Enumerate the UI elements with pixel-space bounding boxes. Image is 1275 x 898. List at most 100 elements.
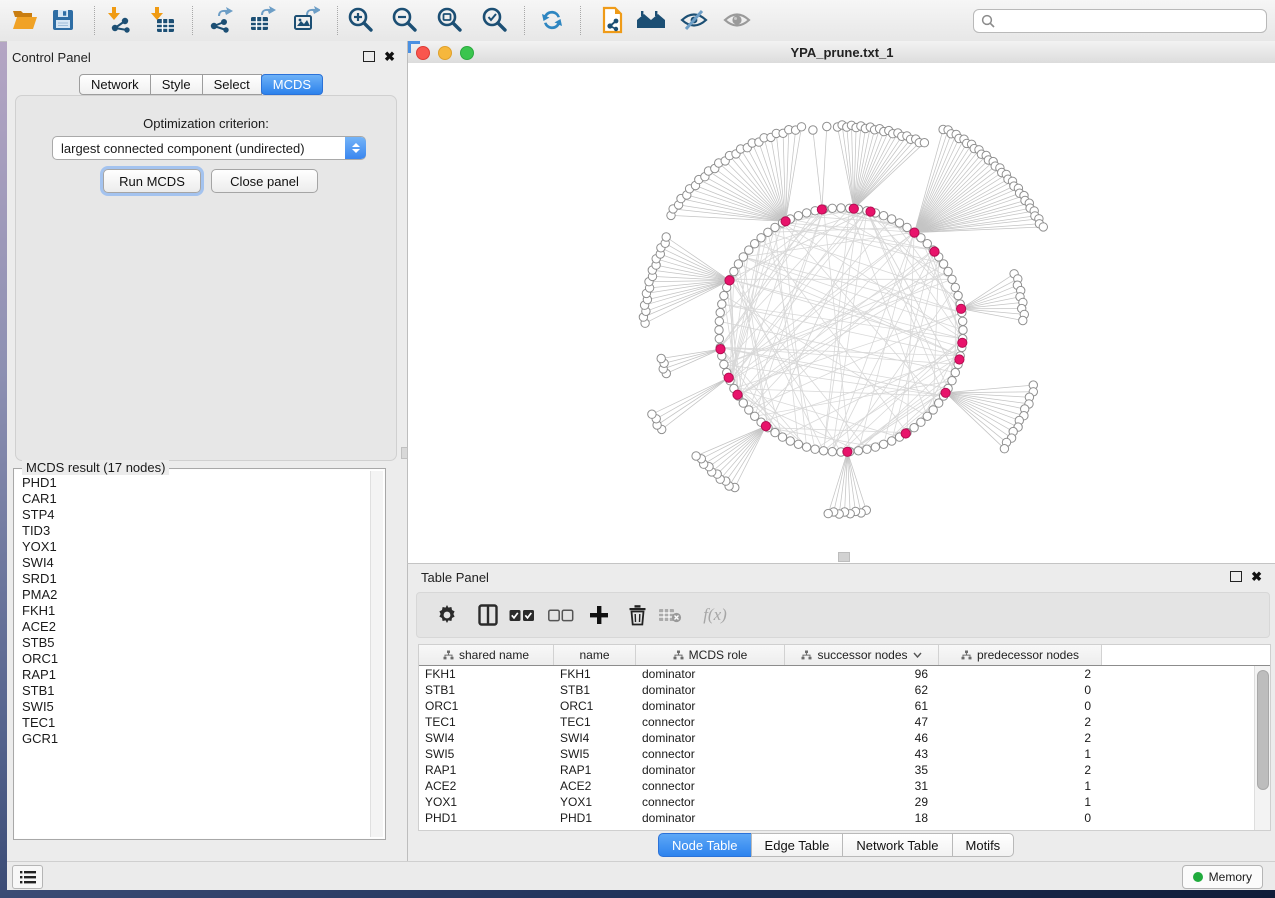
zoom-fit-icon[interactable] bbox=[433, 3, 467, 37]
main-toolbar bbox=[0, 0, 1275, 42]
list-icon bbox=[20, 871, 36, 884]
tab-network-table[interactable]: Network Table bbox=[842, 833, 952, 857]
show-all-eye-icon[interactable] bbox=[720, 3, 754, 37]
delete-table-icon[interactable] bbox=[653, 598, 687, 632]
search-box[interactable] bbox=[973, 9, 1267, 33]
mcds-result-item[interactable]: GCR1 bbox=[16, 731, 369, 747]
mcds-result-item[interactable]: SRD1 bbox=[16, 571, 369, 587]
zoom-in-icon[interactable] bbox=[344, 3, 378, 37]
column-header-successor-nodes[interactable]: successor nodes bbox=[785, 645, 939, 665]
mcds-result-item[interactable]: FKH1 bbox=[16, 603, 369, 619]
table-scrollbar[interactable] bbox=[1254, 666, 1270, 830]
mcds-result-item[interactable]: SWI5 bbox=[16, 699, 369, 715]
memory-label: Memory bbox=[1209, 870, 1252, 884]
mcds-result-item[interactable]: RAP1 bbox=[16, 667, 369, 683]
network-view-window: YPA_prune.txt_1 bbox=[407, 41, 1275, 563]
table-scrollbar-thumb[interactable] bbox=[1257, 670, 1269, 790]
vertical-splitter-handle[interactable] bbox=[401, 447, 408, 459]
add-column-icon[interactable] bbox=[582, 598, 616, 632]
close-panel-button[interactable]: Close panel bbox=[211, 169, 318, 193]
table-row[interactable]: SWI5SWI5connector431 bbox=[419, 746, 1254, 762]
mcds-result-item[interactable]: TID3 bbox=[16, 523, 369, 539]
mcds-list-scrollbar[interactable] bbox=[370, 471, 383, 837]
table-row[interactable]: TEC1TEC1connector472 bbox=[419, 714, 1254, 730]
table-row[interactable]: PHD1PHD1dominator180 bbox=[419, 810, 1254, 826]
table-row[interactable]: STB1STB1dominator620 bbox=[419, 682, 1254, 698]
export-image-icon[interactable] bbox=[289, 3, 323, 37]
import-network-icon[interactable] bbox=[103, 3, 137, 37]
close-panel-icon[interactable]: ✖ bbox=[384, 52, 395, 62]
criterion-value: largest connected component (undirected) bbox=[53, 141, 345, 156]
tab-motifs[interactable]: Motifs bbox=[952, 833, 1015, 857]
column-header-name[interactable]: name bbox=[554, 645, 636, 665]
mcds-result-list[interactable]: PHD1CAR1STP4TID3YOX1SWI4SRD1PMA2FKH1ACE2… bbox=[16, 475, 369, 835]
search-icon bbox=[981, 14, 995, 28]
first-neighbors-icon[interactable] bbox=[634, 3, 668, 37]
delete-column-trash-icon[interactable] bbox=[620, 598, 654, 632]
float-panel-icon[interactable] bbox=[1230, 571, 1242, 582]
table-row[interactable]: SWI4SWI4dominator462 bbox=[419, 730, 1254, 746]
mcds-result-item[interactable]: STP4 bbox=[16, 507, 369, 523]
criterion-dropdown[interactable]: largest connected component (undirected) bbox=[52, 136, 366, 160]
tab-mcds[interactable]: MCDS bbox=[261, 74, 323, 95]
export-table-icon[interactable] bbox=[245, 3, 279, 37]
tab-style[interactable]: Style bbox=[150, 74, 203, 95]
mcds-result-item[interactable]: PMA2 bbox=[16, 587, 369, 603]
mcds-result-title: MCDS result (17 nodes) bbox=[22, 460, 169, 475]
settings-gear-icon[interactable] bbox=[430, 598, 464, 632]
network-from-document-icon[interactable] bbox=[595, 3, 629, 37]
zoom-out-icon[interactable] bbox=[388, 3, 422, 37]
status-bar: Memory bbox=[7, 861, 1275, 890]
zoom-selected-icon[interactable] bbox=[478, 3, 512, 37]
mcds-result-item[interactable]: SWI4 bbox=[16, 555, 369, 571]
tab-network[interactable]: Network bbox=[79, 74, 151, 95]
close-panel-icon[interactable]: ✖ bbox=[1251, 572, 1262, 582]
show-columns-icon[interactable] bbox=[471, 598, 505, 632]
network-window-titlebar[interactable]: YPA_prune.txt_1 bbox=[408, 41, 1275, 64]
table-panel: Table Panel ✖ f(x) shared na bbox=[407, 563, 1275, 862]
export-network-icon[interactable] bbox=[203, 3, 237, 37]
column-header-MCDS-role[interactable]: MCDS role bbox=[636, 645, 785, 665]
mcds-tab-content: Optimization criterion: largest connecte… bbox=[15, 95, 397, 461]
function-builder-icon[interactable]: f(x) bbox=[693, 598, 737, 632]
table-toolbar: f(x) bbox=[416, 592, 1270, 638]
network-window-title: YPA_prune.txt_1 bbox=[408, 45, 1275, 60]
column-header-shared-name[interactable]: shared name bbox=[419, 645, 554, 665]
mcds-result-item[interactable]: PHD1 bbox=[16, 475, 369, 491]
import-table-icon[interactable] bbox=[145, 3, 179, 37]
optimization-criterion-label: Optimization criterion: bbox=[16, 116, 396, 131]
mcds-result-item[interactable]: STB1 bbox=[16, 683, 369, 699]
table-row[interactable]: FKH1FKH1dominator962 bbox=[419, 666, 1254, 682]
mcds-result-item[interactable]: STB5 bbox=[16, 635, 369, 651]
toolbar-separator bbox=[580, 6, 581, 35]
table-row[interactable]: RAP1RAP1dominator352 bbox=[419, 762, 1254, 778]
save-icon[interactable] bbox=[46, 3, 80, 37]
table-header-row: shared namenameMCDS rolesuccessor nodesp… bbox=[419, 645, 1270, 666]
network-canvas[interactable] bbox=[408, 63, 1275, 563]
task-history-button[interactable] bbox=[12, 865, 43, 889]
tab-select[interactable]: Select bbox=[202, 74, 262, 95]
select-all-icon[interactable] bbox=[505, 598, 539, 632]
mcds-result-item[interactable]: CAR1 bbox=[16, 491, 369, 507]
splitter-handle[interactable] bbox=[838, 552, 850, 562]
float-panel-icon[interactable] bbox=[363, 51, 375, 62]
mcds-result-item[interactable]: TEC1 bbox=[16, 715, 369, 731]
table-row[interactable]: YOX1YOX1connector291 bbox=[419, 794, 1254, 810]
tab-node-table[interactable]: Node Table bbox=[658, 833, 752, 857]
hide-selected-eye-icon[interactable] bbox=[677, 3, 711, 37]
search-input[interactable] bbox=[995, 12, 1266, 30]
mcds-result-item[interactable]: YOX1 bbox=[16, 539, 369, 555]
tab-edge-table[interactable]: Edge Table bbox=[751, 833, 844, 857]
deselect-all-icon[interactable] bbox=[544, 598, 578, 632]
refresh-icon[interactable] bbox=[535, 3, 569, 37]
table-body: FKH1FKH1dominator962STB1STB1dominator620… bbox=[419, 666, 1254, 830]
open-icon[interactable] bbox=[8, 3, 42, 37]
mcds-result-item[interactable]: ORC1 bbox=[16, 651, 369, 667]
run-mcds-button[interactable]: Run MCDS bbox=[103, 169, 201, 193]
mcds-result-item[interactable]: ACE2 bbox=[16, 619, 369, 635]
memory-button[interactable]: Memory bbox=[1182, 865, 1263, 889]
dropdown-stepper-icon bbox=[345, 137, 366, 159]
table-row[interactable]: ORC1ORC1dominator610 bbox=[419, 698, 1254, 714]
column-header-predecessor-nodes[interactable]: predecessor nodes bbox=[939, 645, 1102, 665]
table-row[interactable]: ACE2ACE2connector311 bbox=[419, 778, 1254, 794]
